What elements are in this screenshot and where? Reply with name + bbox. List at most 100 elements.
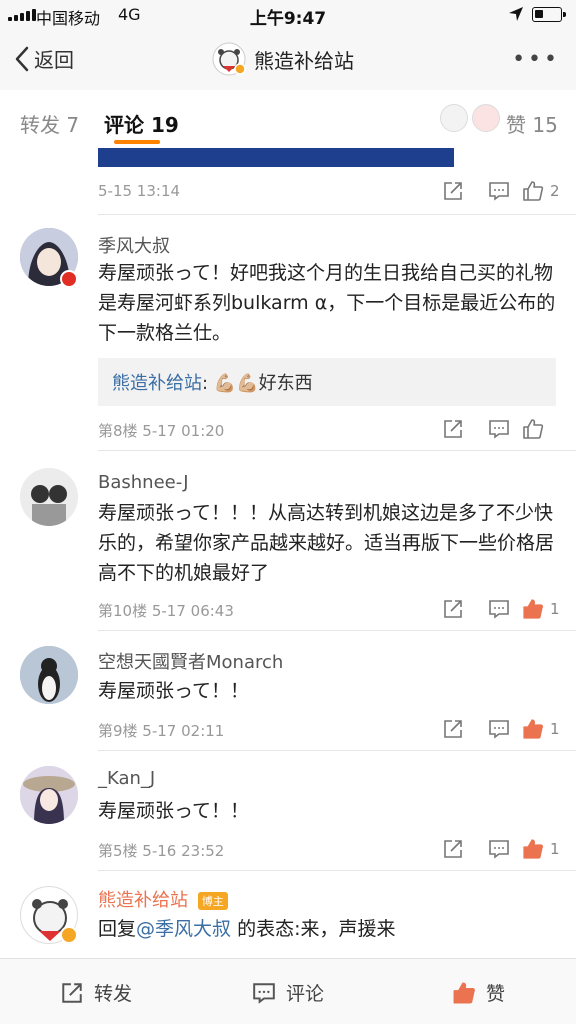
like-action[interactable]: 1 xyxy=(510,598,560,620)
comment-list: 5-15 13:14 2 季风大叔 寿屋顽张って！好吧我这个月的生日我给自己买的… xyxy=(0,148,576,958)
share-icon xyxy=(62,982,82,1003)
verified-badge-icon xyxy=(60,926,78,944)
avatar[interactable] xyxy=(20,766,78,824)
comment-text: 寿屋顽张って！！ xyxy=(98,800,250,822)
commenter-name[interactable]: Bashnee-J xyxy=(98,472,189,493)
bottom-action-bar: 转发 评论 赞 xyxy=(0,958,576,1024)
comment-text: 寿屋顽张って！！！从高达转到机娘这边是多了不少快乐的，希望你家产品越来越好。适当… xyxy=(98,502,555,584)
avatar[interactable] xyxy=(20,646,78,704)
like-action[interactable] xyxy=(510,418,560,440)
comment-button[interactable]: 评论 xyxy=(252,979,324,1006)
thumbs-up-filled-icon xyxy=(523,719,544,739)
liker-avatar xyxy=(472,104,500,132)
repost-label: 转发 xyxy=(94,983,133,1005)
liker-avatars[interactable] xyxy=(440,104,500,132)
comment-text: 回复@季风大叔 的表态:来，声援来 xyxy=(98,918,396,940)
mention-link[interactable]: @季风大叔 xyxy=(136,918,231,940)
repost-action[interactable] xyxy=(418,180,464,202)
comment-text: 寿屋顽张って！好吧我这个月的生日我给自己买的礼物是寿屋河虾系列bulkarm α… xyxy=(98,262,556,344)
comment-meta: 第9楼 5-17 02:11 xyxy=(98,722,225,740)
like-label: 赞 xyxy=(486,983,506,1005)
like-button[interactable]: 赞 xyxy=(452,979,505,1006)
comment-actions: 1 xyxy=(418,718,560,740)
verified-badge-icon xyxy=(60,270,78,288)
tab-active-indicator xyxy=(114,140,160,144)
comment-meta: 第5楼 5-16 23:52 xyxy=(98,842,225,860)
location-arrow-icon xyxy=(509,7,523,21)
like-count: 1 xyxy=(550,720,560,738)
more-icon[interactable]: ••• xyxy=(512,47,560,72)
like-action[interactable]: 1 xyxy=(510,718,560,740)
nav-title-text: 熊造补给站 xyxy=(254,48,354,73)
commenter-name[interactable]: 熊造补给站 博主 xyxy=(98,886,228,912)
status-bar: 中国移动 4G 上午9:47 xyxy=(0,0,576,30)
divider xyxy=(98,750,576,751)
thumbs-up-filled-icon xyxy=(523,599,544,619)
commenter-name[interactable]: 空想天國賢者Monarch xyxy=(98,648,283,674)
like-count: 2 xyxy=(550,182,560,200)
author-badge: 博主 xyxy=(197,892,228,910)
embedded-media-card[interactable] xyxy=(98,148,454,167)
thumbs-up-icon xyxy=(523,181,544,201)
like-count: 1 xyxy=(550,840,560,858)
thumbs-up-filled-icon xyxy=(523,839,544,859)
divider xyxy=(98,870,576,871)
comment-icon xyxy=(489,600,509,619)
share-icon xyxy=(444,420,462,438)
tab-likes[interactable]: 赞 15 xyxy=(506,109,558,138)
comment-actions: 2 xyxy=(418,180,560,202)
nav-title[interactable]: 熊造补给站 xyxy=(212,42,354,76)
divider xyxy=(98,214,576,215)
share-icon xyxy=(444,182,462,200)
comment-icon xyxy=(489,182,509,201)
like-count: 1 xyxy=(550,600,560,618)
divider xyxy=(98,450,576,451)
back-button[interactable]: 返回 xyxy=(14,44,74,73)
repost-action[interactable] xyxy=(418,718,464,740)
thumbs-up-icon xyxy=(523,419,544,439)
comment-meta: 第10楼 5-17 06:43 xyxy=(98,602,234,620)
battery-icon xyxy=(532,7,566,22)
reply-action[interactable] xyxy=(464,838,510,860)
nav-bar: 返回 熊造补给站 ••• xyxy=(0,30,576,90)
comment-label: 评论 xyxy=(286,983,325,1005)
comment-icon xyxy=(489,420,509,439)
repost-action[interactable] xyxy=(418,418,464,440)
liker-avatar xyxy=(440,104,468,132)
share-icon xyxy=(444,600,462,618)
comment-text: 寿屋顽张って！！ xyxy=(98,680,250,702)
like-action[interactable]: 1 xyxy=(510,838,560,860)
reply-text: 💪🏼💪🏼好东西 xyxy=(213,373,313,394)
comment-actions: 1 xyxy=(418,598,560,620)
tab-bar: 转发 7 评论 19 赞 15 xyxy=(0,90,576,148)
commenter-name[interactable]: 季风大叔 xyxy=(98,232,170,258)
like-action[interactable]: 2 xyxy=(510,180,560,202)
comment-icon xyxy=(489,720,509,739)
reply-action[interactable] xyxy=(464,418,510,440)
reply-preview[interactable]: 熊造补给站: 💪🏼💪🏼好东西 xyxy=(98,358,556,406)
reply-author[interactable]: 熊造补给站 xyxy=(112,373,202,394)
thumbs-up-filled-icon xyxy=(453,982,475,1003)
reply-action[interactable] xyxy=(464,718,510,740)
comment-actions: 1 xyxy=(418,838,560,860)
repost-action[interactable] xyxy=(418,598,464,620)
chevron-left-icon xyxy=(15,46,29,71)
comment-icon xyxy=(253,982,275,1004)
comment-actions xyxy=(418,418,560,440)
avatar[interactable] xyxy=(20,468,78,526)
comment-icon xyxy=(489,840,509,859)
reply-action[interactable] xyxy=(464,598,510,620)
comment-meta: 第8楼 5-17 01:20 xyxy=(98,422,225,440)
tab-repost[interactable]: 转发 7 xyxy=(20,109,79,138)
repost-button[interactable]: 转发 xyxy=(60,979,132,1006)
divider xyxy=(98,630,576,631)
tab-comments[interactable]: 评论 19 xyxy=(104,109,179,138)
status-time: 上午9:47 xyxy=(249,9,327,29)
share-icon xyxy=(444,840,462,858)
repost-action[interactable] xyxy=(418,838,464,860)
back-label: 返回 xyxy=(34,48,74,72)
account-avatar-icon xyxy=(212,42,246,76)
commenter-name[interactable]: _Kan_J xyxy=(98,768,155,789)
share-icon xyxy=(444,720,462,738)
reply-action[interactable] xyxy=(464,180,510,202)
